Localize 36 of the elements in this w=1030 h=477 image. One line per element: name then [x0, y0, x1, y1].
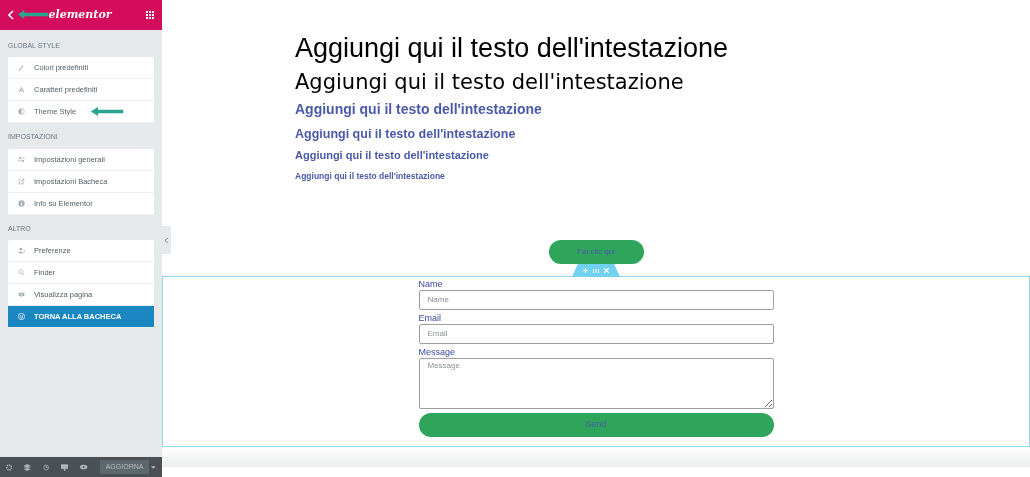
- caret-icon[interactable]: [151, 465, 156, 469]
- heading: Aggiungi qui il testo dell'intestazione: [295, 149, 489, 163]
- heading: Aggiungi qui il testo dell'intestazione: [295, 101, 542, 119]
- arrow-icon: [18, 10, 48, 19]
- font-icon: [18, 86, 25, 94]
- back-icon[interactable]: [8, 10, 14, 20]
- heading: Aggiungi qui il testo dell'intestazione: [295, 126, 516, 143]
- eye-icon: [18, 291, 25, 299]
- heading: Aggiungi qui il testo dell'intestazione: [295, 32, 728, 65]
- chevron-icon[interactable]: [165, 237, 168, 243]
- field-label: Email: [418, 313, 441, 324]
- input-field[interactable]: Email: [418, 323, 774, 344]
- collapse-handle[interactable]: [162, 226, 171, 254]
- message-field[interactable]: Message: [418, 357, 774, 409]
- desktop-icon[interactable]: [61, 463, 69, 471]
- history-icon[interactable]: [42, 463, 50, 471]
- info-icon: [18, 199, 25, 207]
- contrast-icon: [18, 108, 25, 116]
- field-label: Name: [418, 280, 443, 290]
- arrow-icon: [90, 107, 124, 117]
- sliders-icon: [18, 155, 25, 163]
- settings-icon[interactable]: [6, 463, 13, 471]
- drag-handle-icon[interactable]: [593, 268, 599, 273]
- eye-icon[interactable]: [80, 464, 88, 470]
- logo-icon: [18, 313, 25, 321]
- search-icon: [18, 269, 25, 277]
- logo: elementor: [48, 6, 112, 23]
- user-icon: [18, 247, 25, 255]
- grid-menu-icon[interactable]: [146, 11, 154, 19]
- external-link-icon: [18, 177, 25, 185]
- input-field[interactable]: Name: [418, 289, 774, 310]
- layers-icon[interactable]: [24, 463, 31, 471]
- brush-icon: [18, 64, 25, 72]
- heading: Aggiungi qui il testo dell'intestazione: [295, 68, 684, 95]
- field-label: Message: [418, 347, 456, 358]
- heading: Aggiungi qui il testo dell'intestazione: [295, 170, 445, 182]
